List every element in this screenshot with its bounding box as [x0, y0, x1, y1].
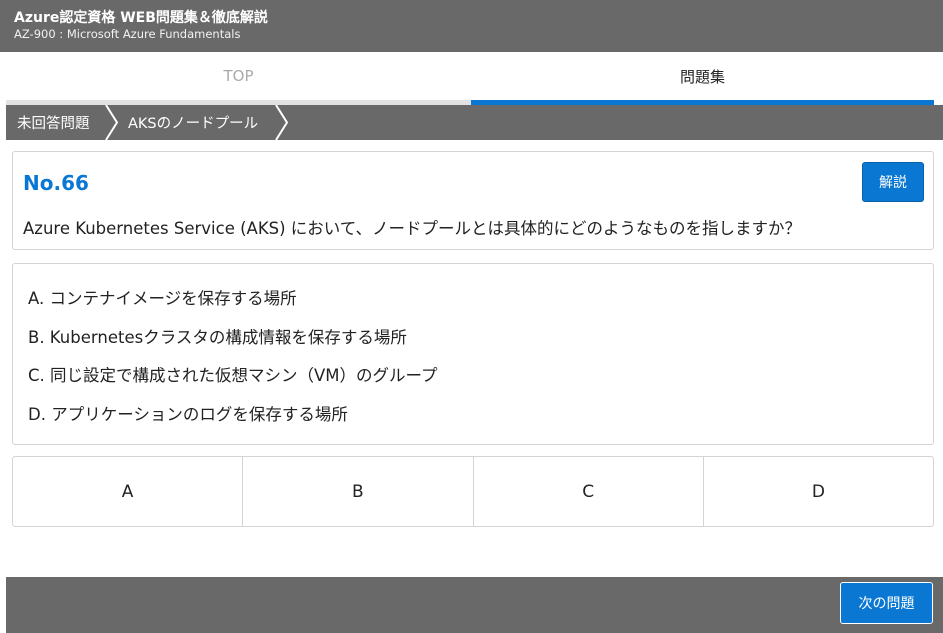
tab-bar-gap — [934, 52, 943, 105]
footer-bar: 次の問題 — [6, 577, 943, 633]
breadcrumb-item-current[interactable]: AKSのノードプール — [128, 105, 258, 140]
choice-b[interactable]: B. Kubernetesクラスタの構成情報を保存する場所 — [28, 324, 407, 348]
next-question-button[interactable]: 次の問題 — [840, 582, 933, 624]
tab-bar: TOP 問題集 — [0, 52, 943, 105]
choice-d[interactable]: D. アプリケーションのログを保存する場所 — [28, 401, 348, 425]
tab-questions[interactable]: 問題集 — [471, 52, 934, 105]
tab-top[interactable]: TOP — [6, 52, 471, 105]
breadcrumb: 未回答問題 AKSのノードプール — [6, 105, 943, 140]
answer-button-c[interactable]: C — [474, 457, 704, 526]
chevron-right-icon — [105, 105, 119, 140]
choice-c[interactable]: C. 同じ設定で構成された仮想マシン（VM）のグループ — [28, 362, 438, 386]
app-subtitle: AZ-900 : Microsoft Azure Fundamentals — [14, 27, 241, 41]
question-number: No.66 — [23, 171, 89, 195]
answer-button-a[interactable]: A — [13, 457, 244, 526]
app-title: Azure認定資格 WEB問題集＆徹底解説 — [14, 10, 268, 26]
answer-buttons: A B C D — [12, 456, 934, 527]
explanation-button[interactable]: 解説 — [862, 162, 924, 202]
app-header: Azure認定資格 WEB問題集＆徹底解説 AZ-900 : Microsoft… — [0, 0, 943, 52]
chevron-right-icon — [275, 105, 289, 140]
choices-card: A. コンテナイメージを保存する場所 B. Kubernetesクラスタの構成情… — [12, 263, 934, 445]
choice-a[interactable]: A. コンテナイメージを保存する場所 — [28, 285, 297, 309]
question-card: No.66 解説 Azure Kubernetes Service (AKS) … — [12, 151, 934, 250]
page: Azure認定資格 WEB問題集＆徹底解説 AZ-900 : Microsoft… — [0, 0, 943, 633]
breadcrumb-item-unanswered[interactable]: 未回答問題 — [17, 105, 90, 140]
answer-button-b[interactable]: B — [243, 457, 474, 526]
question-text: Azure Kubernetes Service (AKS) において、ノードプ… — [23, 219, 801, 238]
answer-button-d[interactable]: D — [704, 457, 933, 526]
